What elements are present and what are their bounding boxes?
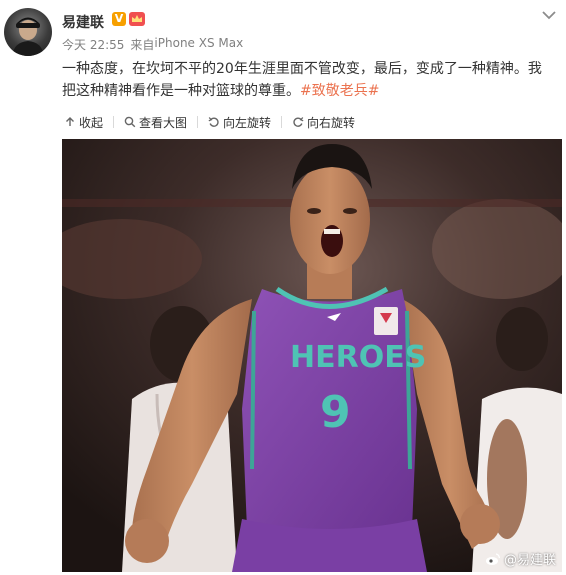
rotate-right-label: 向右旋转 (307, 115, 356, 130)
rotate-left-button[interactable]: 向左旋转 (206, 114, 273, 131)
post-photo[interactable]: HEROES 9 @易建联 (62, 139, 562, 572)
rotate-right-icon (293, 117, 304, 127)
avatar[interactable] (4, 8, 52, 56)
chevron-down-icon[interactable] (540, 6, 558, 24)
jersey-text: HEROES (290, 340, 426, 375)
view-large-label: 查看大图 (139, 115, 188, 130)
hashtag-link[interactable]: #致敬老兵# (300, 83, 379, 99)
username[interactable]: 易建联 (62, 12, 104, 32)
arrow-up-icon (66, 117, 74, 126)
weibo-post-card: 易建联 V 今天 22:55 来自 iPhone XS Max 一种态度，在坎坷不… (0, 0, 566, 575)
verified-badge: V (112, 12, 126, 26)
jersey-number: 9 (320, 387, 351, 438)
toolbar-divider (113, 116, 115, 128)
photo-watermark: @易建联 (485, 549, 556, 568)
source-prefix: 来自 (130, 38, 155, 52)
collapse-label: 收起 (79, 115, 104, 130)
rotate-left-icon (208, 117, 219, 127)
magnifier-icon (124, 116, 136, 128)
post-device: iPhone XS Max (154, 36, 244, 50)
image-toolbar: 收起 查看大图 向左旋转 向右旋转 (62, 112, 357, 132)
rotate-right-button[interactable]: 向右旋转 (290, 114, 357, 131)
rotate-left-label: 向左旋转 (223, 115, 272, 130)
post-meta: 今天 22:55 来自 iPhone XS Max (62, 36, 243, 53)
weibo-logo-icon (485, 552, 501, 565)
view-large-button[interactable]: 查看大图 (122, 114, 189, 131)
collapse-button[interactable]: 收起 (62, 114, 105, 131)
toolbar-divider (281, 116, 283, 128)
toolbar-divider (197, 116, 199, 128)
post-text: 一种态度，在坎坷不平的20年生涯里面不管改变，最后，变成了一种精神。我把这种精神… (62, 58, 552, 102)
watermark-text: @易建联 (503, 553, 556, 568)
user-badges: V (112, 12, 145, 26)
vip-crown-icon (129, 12, 145, 26)
post-timestamp[interactable]: 今天 22:55 (62, 36, 124, 53)
